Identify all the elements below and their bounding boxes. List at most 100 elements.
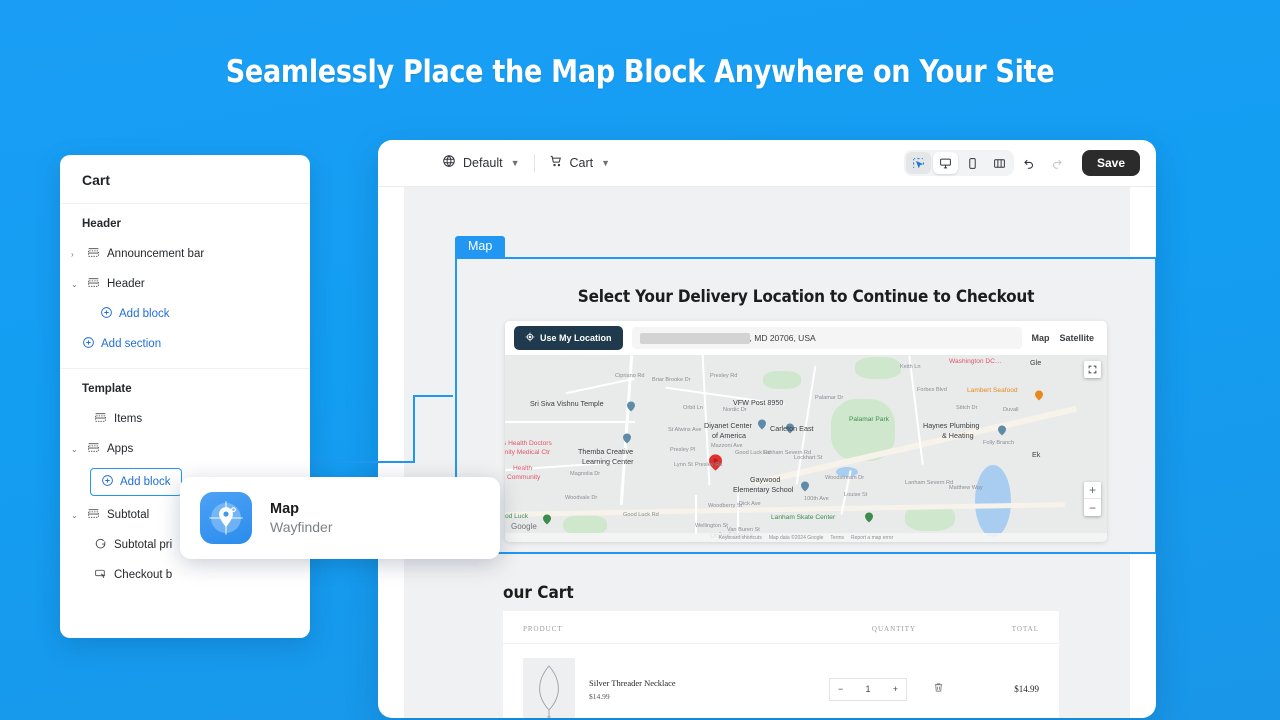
product-info: Silver Threader Necklace $14.99 — [589, 678, 815, 701]
sidebar-item-items[interactable]: Items — [60, 404, 310, 434]
use-my-location-button[interactable]: Use My Location — [514, 326, 623, 350]
map-label: Keith Ln — [900, 364, 921, 370]
poi-marker — [543, 512, 551, 525]
theme-selector[interactable]: Default ▼ — [394, 154, 534, 173]
use-my-location-label: Use My Location — [540, 333, 612, 343]
map-label: Duvall — [1003, 407, 1019, 413]
column-header-quantity: QUANTITY — [871, 625, 917, 633]
cart-section-title: our Cart — [503, 583, 574, 603]
chevron-right-icon[interactable]: › — [71, 250, 80, 259]
map-label: Gle — [1030, 358, 1042, 367]
chevron-down-icon: ▼ — [601, 158, 611, 168]
zoom-out-button[interactable]: − — [1084, 499, 1101, 516]
full-width-icon-button[interactable] — [987, 152, 1012, 174]
section-icon — [87, 507, 100, 523]
map-block-selected[interactable]: Map Select Your Delivery Location to Con… — [455, 236, 1156, 554]
quantity-increase-button[interactable]: + — [893, 684, 898, 694]
theme-name: Default — [463, 156, 503, 170]
map-label: Presley Rd — [710, 373, 738, 379]
map-label: Lanham Severn Rd — [763, 450, 812, 456]
sidebar-group-header: Header — [82, 218, 121, 230]
quantity-stepper[interactable]: − 1 + — [829, 677, 907, 701]
map-label: Briar Brooke Dr — [652, 377, 691, 383]
road — [565, 377, 635, 395]
map-label: Ek — [1032, 450, 1041, 459]
map-label: 100th Ave — [804, 496, 829, 502]
map-surface[interactable]: Sri Siva Vishnu Temple Themba Creative Lea… — [505, 355, 1107, 542]
map-type-satellite[interactable]: Satellite — [1059, 333, 1094, 343]
redacted-address — [639, 332, 750, 344]
plus-circle-icon — [82, 336, 95, 352]
sidebar-item-checkout-button[interactable]: Checkout b — [60, 560, 310, 590]
map-label: Themba Creative — [578, 447, 634, 456]
sidebar-item-apps[interactable]: ⌄ Apps — [60, 434, 310, 464]
road — [505, 421, 635, 423]
save-button[interactable]: Save — [1081, 150, 1140, 176]
section-icon — [87, 246, 100, 262]
sidebar-item-label: Subtotal pri — [114, 539, 173, 551]
chevron-down-icon[interactable]: ⌄ — [71, 445, 80, 454]
price-icon — [94, 537, 107, 553]
map-label: & Heating — [942, 431, 974, 440]
map-label: VFW Post 8950 — [733, 398, 784, 407]
map-label: Matthew Way — [949, 485, 983, 491]
fullscreen-icon-button[interactable] — [1084, 361, 1101, 378]
poi-marker — [865, 510, 873, 523]
toolbar-actions: Save — [903, 150, 1140, 176]
chevron-down-icon[interactable]: ⌄ — [71, 511, 80, 520]
map-label: Stitch Dr — [956, 405, 978, 411]
address-input[interactable]: , MD 20706, USA — [631, 327, 1023, 349]
app-name: Map — [270, 501, 299, 517]
park-area — [763, 371, 801, 389]
product-name[interactable]: Silver Threader Necklace — [589, 678, 815, 688]
theme-editor-panel: Default ▼ Cart ▼ Save Map Select Your De… — [378, 140, 1156, 718]
map-pin-app-icon — [200, 492, 252, 544]
mobile-icon-button[interactable] — [960, 152, 985, 174]
app-block-popup[interactable]: Map Wayfinder — [180, 477, 500, 559]
trash-icon[interactable] — [921, 682, 955, 696]
product-thumbnail[interactable] — [523, 658, 575, 718]
page-selector[interactable]: Cart ▼ — [535, 154, 625, 173]
map-type-toggle: Map Satellite — [1031, 333, 1098, 343]
map-label: Folly Branch — [983, 440, 1015, 446]
cursor-select-icon-button[interactable] — [905, 152, 931, 174]
sidebar-item-header[interactable]: ⌄ Header — [60, 269, 310, 299]
park-area — [563, 515, 607, 535]
poi-marker — [1035, 388, 1043, 401]
editor-toolbar: Default ▼ Cart ▼ Save — [378, 140, 1156, 187]
attribution-item[interactable]: Keyboard shortcuts — [719, 535, 762, 541]
attribution-item[interactable]: Report a map error — [851, 535, 893, 541]
sidebar-add-section[interactable]: Add section — [60, 329, 310, 359]
map-label: Diyanet Center — [704, 421, 752, 430]
desktop-icon-button[interactable] — [932, 152, 958, 174]
poi-marker — [801, 479, 809, 492]
section-icon — [87, 441, 100, 457]
sidebar-item-label: Announcement bar — [107, 248, 205, 260]
map-label: Magnolia Dr — [570, 471, 601, 477]
view-mode-group — [903, 150, 1014, 176]
attribution-item[interactable]: Terms — [830, 535, 844, 541]
map-label: Learning Center — [582, 457, 634, 466]
redo-icon-button — [1044, 150, 1070, 176]
map-label: s Health Doctors — [505, 440, 552, 447]
map-label: Community — [507, 474, 541, 481]
map-label: Health — [513, 465, 533, 472]
undo-icon-button[interactable] — [1016, 150, 1042, 176]
map-label: Washington DC… — [949, 358, 1002, 365]
page-name: Cart — [569, 156, 594, 170]
map-search-bar: Use My Location , MD 20706, USA Map Sate… — [505, 321, 1107, 355]
sidebar-item-announcement-bar[interactable]: › Announcement bar — [60, 239, 310, 269]
zoom-in-button[interactable]: + — [1084, 482, 1101, 499]
map-label: Wellington St — [695, 523, 728, 529]
chevron-down-icon: ▼ — [510, 158, 520, 168]
map-block-tab-label: Map — [455, 236, 506, 257]
sidebar-add-block-apps-highlighted[interactable]: Add block — [90, 468, 182, 496]
quantity-decrease-button[interactable]: − — [838, 684, 843, 694]
chevron-down-icon[interactable]: ⌄ — [71, 280, 80, 289]
app-popup-text: Map Wayfinder — [270, 501, 333, 535]
map-label: Lynn St — [674, 462, 693, 468]
sidebar-add-block-header[interactable]: Add block — [60, 299, 310, 329]
section-icon — [94, 411, 107, 427]
theme-sidebar: Cart Header › Announcement bar ⌄ Header … — [60, 155, 310, 638]
map-type-map[interactable]: Map — [1031, 333, 1049, 343]
